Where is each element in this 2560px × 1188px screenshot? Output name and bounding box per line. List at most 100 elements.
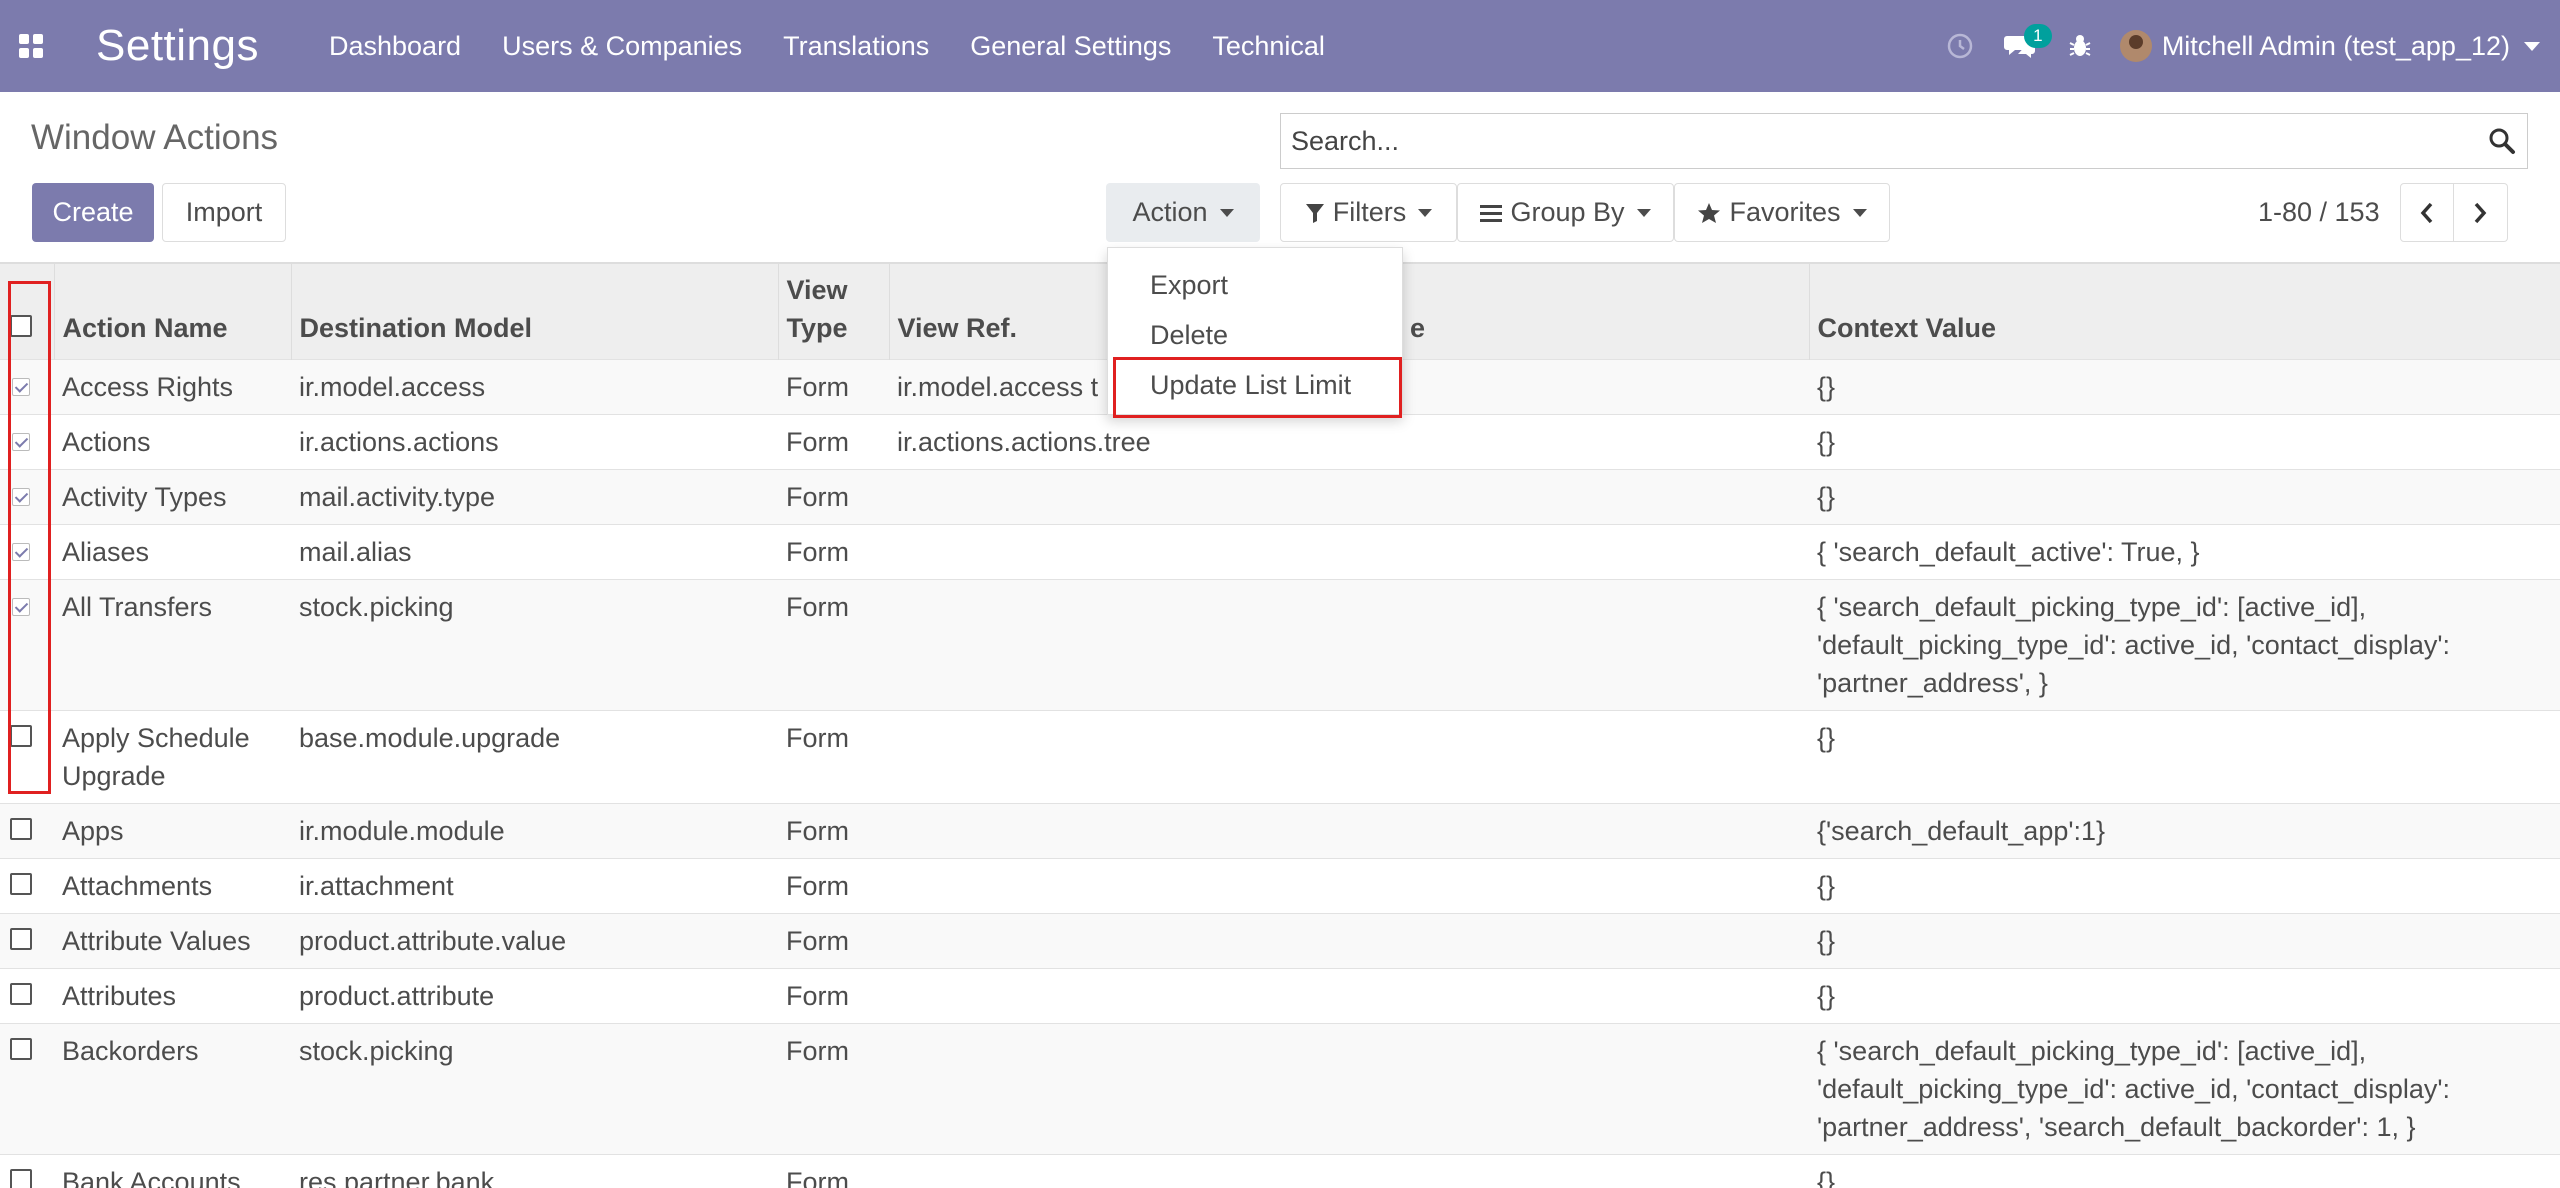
cell-destination-model[interactable]: stock.picking <box>291 578 778 710</box>
cell-action-name[interactable]: Attribute Values <box>54 912 291 968</box>
cell-view-ref[interactable]: ir.actions.actions.tree <box>889 413 1809 469</box>
row-checkbox[interactable] <box>10 982 32 1005</box>
pager-previous-button[interactable] <box>2399 183 2454 242</box>
menu-technical[interactable]: Technical <box>1212 31 1325 62</box>
header-context-value[interactable]: Context Value <box>1808 262 2560 359</box>
table-row[interactable]: Apps ir.module.module Form {'search_defa… <box>0 802 2560 858</box>
cell-destination-model[interactable]: stock.picking <box>291 1022 778 1154</box>
header-view-type[interactable]: View Type <box>777 262 889 359</box>
cell-context-value[interactable]: { 'search_default_active': True, } <box>1809 523 2560 579</box>
cell-view-ref[interactable] <box>889 1022 1809 1154</box>
cell-context-value[interactable]: {} <box>1809 358 2560 414</box>
cell-context-value[interactable]: {} <box>1809 468 2560 524</box>
cell-destination-model[interactable]: ir.actions.actions <box>291 413 778 469</box>
menu-translations[interactable]: Translations <box>783 31 929 62</box>
cell-view-type[interactable]: Form <box>778 523 889 579</box>
filters-button[interactable]: Filters <box>1280 183 1457 242</box>
menu-item-update-list-limit[interactable]: Update List Limit <box>1150 370 1351 401</box>
cell-view-ref[interactable] <box>889 709 1809 803</box>
row-checkbox[interactable] <box>12 542 30 561</box>
cell-context-value[interactable]: { 'search_default_picking_type_id': [act… <box>1809 578 2560 710</box>
favorites-button[interactable]: Favorites <box>1674 183 1890 242</box>
cell-action-name[interactable]: Attributes <box>54 967 291 1023</box>
cell-action-name[interactable]: Aliases <box>54 523 291 579</box>
debug-bug-icon[interactable] <box>2050 0 2110 92</box>
table-row[interactable]: Attributes product.attribute Form {} <box>0 967 2560 1023</box>
cell-destination-model[interactable]: mail.alias <box>291 523 778 579</box>
cell-view-ref[interactable] <box>889 578 1809 710</box>
search-input[interactable] <box>1281 114 2477 168</box>
menu-item-delete[interactable]: Delete <box>1150 320 1228 351</box>
cell-view-ref[interactable] <box>889 523 1809 579</box>
cell-view-ref[interactable] <box>889 1153 1809 1188</box>
table-row[interactable]: Backorders stock.picking Form { 'search_… <box>0 1022 2560 1154</box>
table-row[interactable]: Aliases mail.alias Form { 'search_defaul… <box>0 523 2560 579</box>
menu-item-export[interactable]: Export <box>1150 270 1228 301</box>
cell-destination-model[interactable]: mail.activity.type <box>291 468 778 524</box>
activity-clock-icon[interactable] <box>1930 0 1990 92</box>
cell-context-value[interactable]: {} <box>1809 857 2560 913</box>
cell-view-ref[interactable] <box>889 468 1809 524</box>
cell-destination-model[interactable]: ir.model.access <box>291 358 778 414</box>
cell-destination-model[interactable]: product.attribute <box>291 967 778 1023</box>
cell-view-type[interactable]: Form <box>778 857 889 913</box>
app-brand[interactable]: Settings <box>96 21 259 71</box>
cell-context-value[interactable]: {} <box>1809 1153 2560 1188</box>
cell-destination-model[interactable]: res.partner.bank <box>291 1153 778 1188</box>
cell-context-value[interactable]: {} <box>1809 413 2560 469</box>
pager-next-button[interactable] <box>2453 183 2508 242</box>
cell-view-type[interactable]: Form <box>778 1153 889 1188</box>
header-action-name[interactable]: Action Name <box>53 262 291 359</box>
cell-action-name[interactable]: Bank Accounts <box>54 1153 291 1188</box>
cell-context-value[interactable]: { 'search_default_picking_type_id': [act… <box>1809 1022 2560 1154</box>
group-by-button[interactable]: Group By <box>1457 183 1674 242</box>
cell-view-type[interactable]: Form <box>778 578 889 710</box>
cell-context-value[interactable]: {'search_default_app':1} <box>1809 802 2560 858</box>
select-all-checkbox[interactable] <box>10 314 32 337</box>
search-icon[interactable] <box>2477 114 2527 168</box>
row-checkbox[interactable] <box>12 487 30 506</box>
menu-users-companies[interactable]: Users & Companies <box>502 31 742 62</box>
cell-action-name[interactable]: Apps <box>54 802 291 858</box>
cell-action-name[interactable]: All Transfers <box>54 578 291 710</box>
cell-action-name[interactable]: Attachments <box>54 857 291 913</box>
cell-view-type[interactable]: Form <box>778 413 889 469</box>
cell-view-type[interactable]: Form <box>778 912 889 968</box>
menu-dashboard[interactable]: Dashboard <box>329 31 461 62</box>
cell-view-ref[interactable] <box>889 912 1809 968</box>
table-row[interactable]: Actions ir.actions.actions Form ir.actio… <box>0 413 2560 469</box>
cell-view-ref[interactable] <box>889 802 1809 858</box>
messages-icon[interactable]: 1 <box>1990 0 2052 92</box>
row-checkbox[interactable] <box>10 1037 32 1060</box>
cell-destination-model[interactable]: ir.module.module <box>291 802 778 858</box>
cell-action-name[interactable]: Apply Schedule Upgrade <box>54 709 291 803</box>
import-button[interactable]: Import <box>162 183 286 242</box>
cell-destination-model[interactable]: base.module.upgrade <box>291 709 778 803</box>
row-checkbox[interactable] <box>12 377 30 396</box>
table-row[interactable]: All Transfers stock.picking Form { 'sear… <box>0 578 2560 710</box>
table-row[interactable]: Bank Accounts res.partner.bank Form {} <box>0 1153 2560 1188</box>
row-checkbox[interactable] <box>12 597 30 616</box>
cell-destination-model[interactable]: product.attribute.value <box>291 912 778 968</box>
cell-view-type[interactable]: Form <box>778 468 889 524</box>
cell-action-name[interactable]: Actions <box>54 413 291 469</box>
row-checkbox[interactable] <box>10 724 32 747</box>
header-destination-model[interactable]: Destination Model <box>290 262 778 359</box>
cell-destination-model[interactable]: ir.attachment <box>291 857 778 913</box>
cell-action-name[interactable]: Activity Types <box>54 468 291 524</box>
cell-view-type[interactable]: Form <box>778 709 889 803</box>
row-checkbox[interactable] <box>10 1168 32 1188</box>
create-button[interactable]: Create <box>32 183 154 242</box>
cell-view-type[interactable]: Form <box>778 1022 889 1154</box>
cell-view-type[interactable]: Form <box>778 967 889 1023</box>
cell-view-ref[interactable] <box>889 967 1809 1023</box>
user-menu[interactable]: Mitchell Admin (test_app_12) <box>2119 30 2540 62</box>
cell-view-type[interactable]: Form <box>778 802 889 858</box>
table-row[interactable]: Apply Schedule Upgrade base.module.upgrad… <box>0 709 2560 803</box>
action-dropdown-button[interactable]: Action <box>1106 183 1260 242</box>
cell-view-ref[interactable] <box>889 857 1809 913</box>
cell-context-value[interactable]: {} <box>1809 967 2560 1023</box>
cell-context-value[interactable]: {} <box>1809 912 2560 968</box>
cell-context-value[interactable]: {} <box>1809 709 2560 803</box>
table-row[interactable]: Activity Types mail.activity.type Form {… <box>0 468 2560 524</box>
